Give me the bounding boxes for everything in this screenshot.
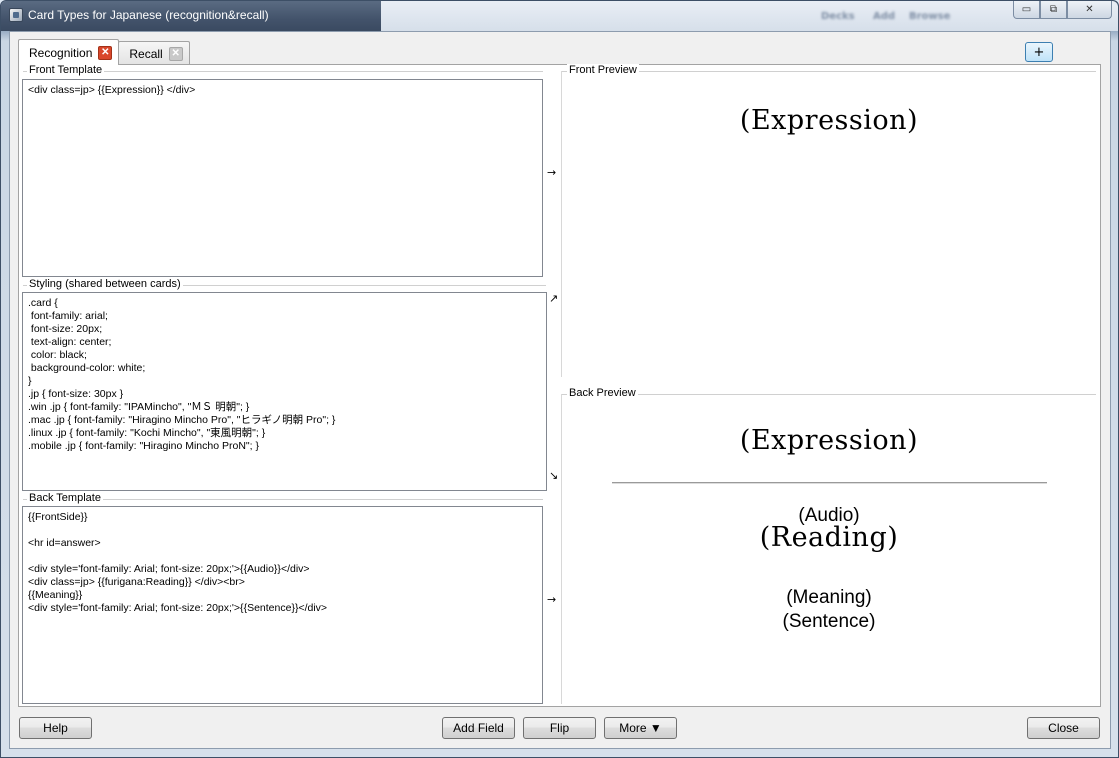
- tab-recognition[interactable]: Recognition ✕: [18, 39, 120, 65]
- add-field-button[interactable]: Add Field: [442, 717, 515, 739]
- styling-editor[interactable]: .card { font-family: arial; font-size: 2…: [22, 292, 547, 491]
- front-preview-arrow-icon: →: [547, 166, 557, 179]
- tab-close-icon[interactable]: ✕: [98, 45, 113, 60]
- back-preview-label: Back Preview: [567, 387, 638, 399]
- more-button[interactable]: More ▼: [604, 717, 677, 739]
- back-preview-arrow-icon: →: [547, 593, 557, 606]
- preview-expression: (Expression): [739, 105, 919, 136]
- preview-reading: (Reading): [759, 522, 899, 553]
- back-template-label: Back Template: [27, 492, 103, 504]
- flip-button[interactable]: Flip: [523, 717, 596, 739]
- close-icon: ✕: [1085, 4, 1094, 15]
- front-template-label: Front Template: [27, 64, 105, 76]
- preview-meaning: (Meaning): [786, 587, 872, 608]
- answer-divider: [612, 482, 1047, 484]
- blurred-background-text: Add: [873, 11, 896, 22]
- help-button[interactable]: Help: [19, 717, 92, 739]
- front-preview-view: (Expression): [562, 79, 1096, 377]
- arrow-up-right-icon: ↗: [549, 292, 559, 305]
- tab-label: Recall: [129, 46, 163, 61]
- window-title: Card Types for Japanese (recognition&rec…: [28, 8, 269, 22]
- group-divider: [562, 394, 1096, 395]
- dialog-window: Decks Add Browse Card Types for Japanese…: [0, 0, 1119, 758]
- tab-close-icon[interactable]: ✕: [168, 46, 183, 61]
- add-card-type-button[interactable]: +: [1025, 42, 1053, 62]
- minimize-icon: ▭: [1021, 4, 1032, 15]
- close-button[interactable]: Close: [1027, 717, 1100, 739]
- front-preview-label: Front Preview: [567, 64, 639, 76]
- title-bar-glass: Decks Add Browse: [381, 1, 1118, 31]
- preview-sentence: (Sentence): [782, 611, 876, 632]
- preview-expression: (Expression): [739, 425, 919, 456]
- tab-content-pane: Front Template <div class=jp> {{Expressi…: [18, 64, 1101, 707]
- window-controls: ▭ ⧉ ✕: [1013, 1, 1112, 19]
- minimize-button[interactable]: ▭: [1013, 1, 1040, 19]
- group-divider: [562, 71, 1096, 72]
- arrow-down-right-icon: ↘: [549, 469, 559, 482]
- blurred-background-text: Browse: [909, 11, 951, 22]
- back-preview-view: (Expression) (Audio) (Reading) (Meaning)…: [562, 401, 1096, 704]
- tab-recall[interactable]: Recall ✕: [118, 41, 190, 65]
- maximize-icon: ⧉: [1049, 4, 1058, 15]
- title-bar[interactable]: Decks Add Browse Card Types for Japanese…: [1, 1, 1118, 31]
- maximize-button[interactable]: ⧉: [1040, 1, 1067, 19]
- close-window-button[interactable]: ✕: [1067, 1, 1112, 19]
- app-icon: [9, 8, 23, 22]
- tab-bar: Recognition ✕ Recall ✕: [18, 39, 190, 65]
- dialog-client-area: Recognition ✕ Recall ✕ + Front Template …: [9, 31, 1111, 749]
- back-template-editor[interactable]: {{FrontSide}} <hr id=answer> <div style=…: [22, 506, 543, 704]
- tab-label: Recognition: [29, 45, 93, 60]
- styling-label: Styling (shared between cards): [27, 278, 183, 290]
- blurred-background-text: Decks: [821, 11, 855, 22]
- front-template-editor[interactable]: <div class=jp> {{Expression}} </div>: [22, 79, 543, 277]
